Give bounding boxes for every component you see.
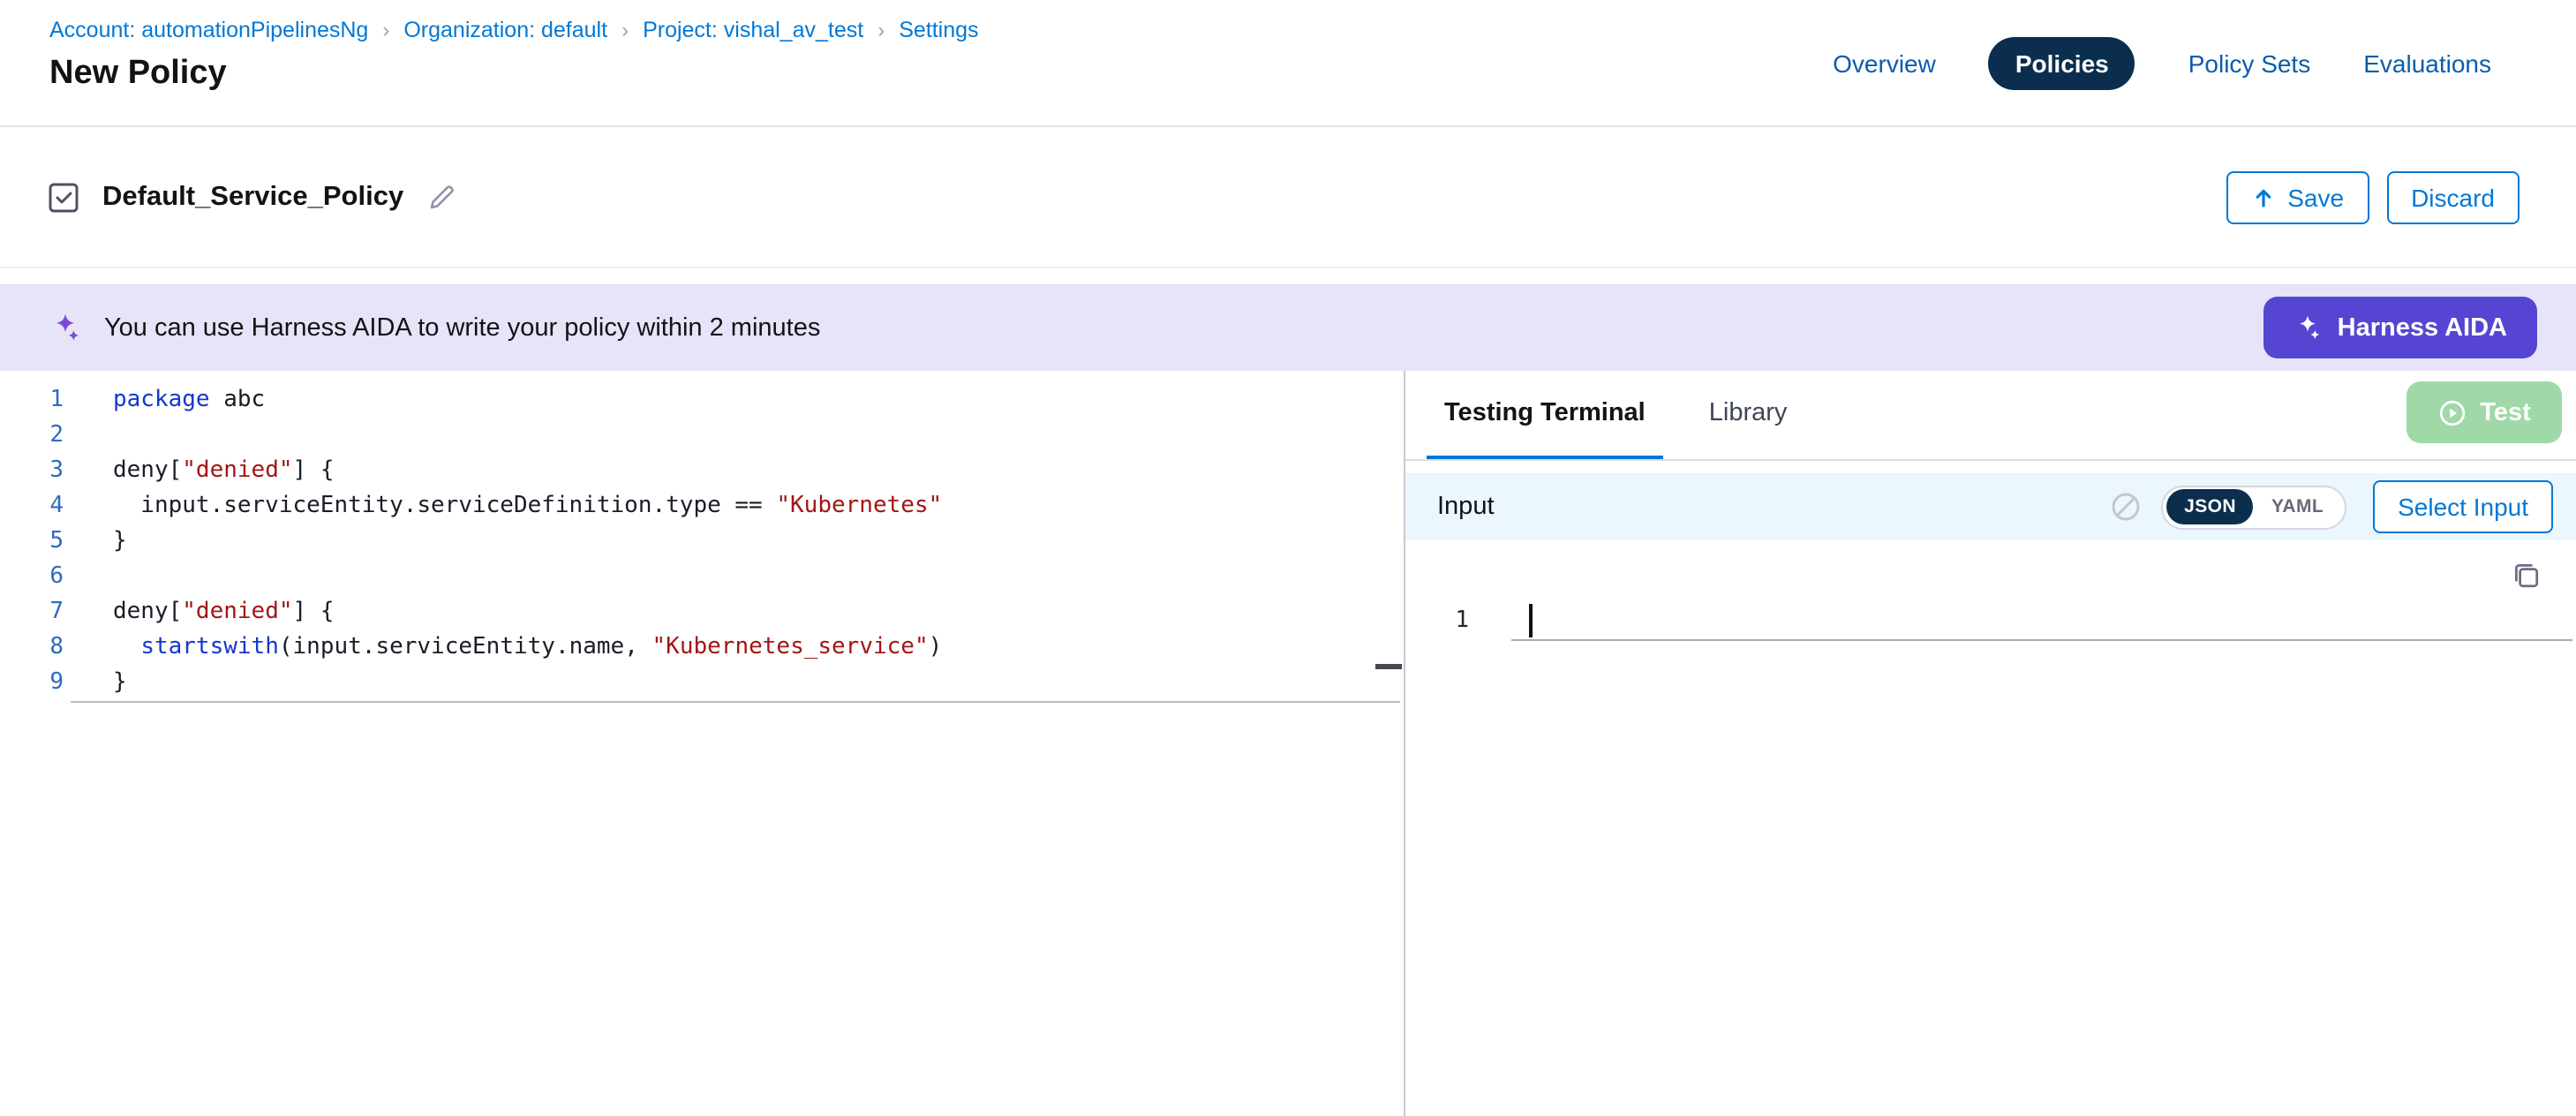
breadcrumb-separator: ›: [621, 18, 629, 42]
line-number: 4: [0, 489, 64, 524]
aida-button-icon: [2294, 313, 2322, 342]
breadcrumb-separator: ›: [877, 18, 885, 42]
nav-tab-policies[interactable]: Policies: [1989, 36, 2135, 89]
line-number: 3: [0, 454, 64, 489]
aida-sparkle-icon: [49, 312, 81, 343]
app-root: Account: automationPipelinesNg › Organizat…: [0, 0, 2576, 1116]
policy-editor[interactable]: 1package abc23deny["denied"] {4 input.se…: [0, 371, 1404, 1116]
main-content: 1package abc23deny["denied"] {4 input.se…: [0, 371, 2576, 1116]
format-toggle: JSONYAML: [2161, 485, 2346, 529]
discard-button[interactable]: Discard: [2386, 170, 2520, 223]
clear-input-icon[interactable]: [2110, 491, 2142, 523]
aida-message: You can use Harness AIDA to write your p…: [104, 313, 820, 342]
policy-check-icon: [46, 179, 81, 215]
code-text: }: [113, 524, 127, 560]
code-text: package abc: [113, 383, 265, 418]
copy-icon[interactable]: [2511, 560, 2541, 590]
aida-button-label: Harness AIDA: [2338, 313, 2507, 342]
code-line-4[interactable]: 4 input.serviceEntity.serviceDefinition.…: [0, 489, 1404, 524]
policy-code-lines: 1package abc23deny["denied"] {4 input.se…: [0, 383, 1404, 701]
terminal-tab-library[interactable]: Library: [1691, 371, 1805, 459]
nav-tab-overview[interactable]: Overview: [1833, 49, 1936, 77]
format-option-json[interactable]: JSON: [2166, 489, 2254, 524]
code-text: input.serviceEntity.serviceDefinition.ty…: [113, 489, 942, 524]
input-line-content[interactable]: [1511, 602, 2572, 641]
terminal-tabs: Testing Terminal Library: [1427, 371, 1833, 459]
code-text: startswith(input.serviceEntity.name, "Ku…: [113, 630, 942, 666]
line-number: 9: [0, 666, 64, 701]
breadcrumb-link-settings[interactable]: Settings: [899, 18, 978, 42]
breadcrumb-link-project[interactable]: Project: vishal_av_test: [643, 18, 863, 42]
line-number: 2: [0, 418, 64, 454]
breadcrumb-link-account[interactable]: Account: automationPipelinesNg: [49, 18, 368, 42]
test-button[interactable]: Test: [2407, 381, 2562, 443]
code-line-6[interactable]: 6: [0, 560, 1404, 595]
play-circle-icon: [2437, 398, 2466, 426]
test-button-label: Test: [2480, 398, 2531, 426]
terminal-tab-testing-terminal[interactable]: Testing Terminal: [1427, 371, 1663, 459]
code-text: }: [113, 666, 127, 701]
code-line-5[interactable]: 5}: [0, 524, 1404, 560]
input-line-number: 1: [1405, 602, 1469, 641]
code-line-8[interactable]: 8 startswith(input.serviceEntity.name, "…: [0, 630, 1404, 666]
code-line-2[interactable]: 2: [0, 418, 1404, 454]
harness-aida-button[interactable]: Harness AIDA: [2263, 297, 2537, 358]
code-line-9[interactable]: 9}: [0, 666, 1404, 701]
line-number: 6: [0, 560, 64, 595]
terminal-tabs-row: Testing Terminal Library Test: [1405, 371, 2576, 461]
format-option-yaml[interactable]: YAML: [2254, 489, 2341, 524]
select-input-button[interactable]: Select Input: [2373, 480, 2553, 533]
line-number: 7: [0, 595, 64, 630]
page-header: Account: automationPipelinesNg › Organizat…: [0, 0, 2576, 127]
input-editor-line[interactable]: 1: [1405, 602, 2576, 641]
save-upload-icon: [2250, 185, 2275, 209]
code-text: deny["denied"] {: [113, 454, 335, 489]
breadcrumb-link-organization[interactable]: Organization: default: [403, 18, 607, 42]
code-line-7[interactable]: 7 deny["denied"] {: [0, 595, 1404, 630]
nav-tab-evaluations[interactable]: Evaluations: [2363, 49, 2491, 77]
overview-ruler-cursor-marker: [1375, 664, 1402, 669]
header-left: Account: automationPipelinesNg › Organizat…: [49, 0, 979, 125]
breadcrumb: Account: automationPipelinesNg › Organizat…: [49, 0, 979, 42]
page-title: New Policy: [49, 55, 979, 94]
line-number: 1: [0, 383, 64, 418]
breadcrumb-separator: ›: [382, 18, 389, 42]
line-number: 8: [0, 630, 64, 666]
code-text: deny["denied"] {: [113, 595, 335, 630]
nav-tab-policy-sets[interactable]: Policy Sets: [2188, 49, 2311, 77]
aida-banner: You can use Harness AIDA to write your p…: [0, 284, 2576, 371]
text-cursor: [1529, 604, 1532, 637]
save-button[interactable]: Save: [2226, 170, 2369, 223]
input-editor[interactable]: 1: [1405, 540, 2576, 1116]
input-label: Input: [1437, 493, 1495, 521]
testing-panel: Testing Terminal Library Test Input JSONY…: [1404, 371, 2576, 1116]
nav-tabs: Overview Policies Policy Sets Evaluations: [1833, 0, 2491, 125]
save-button-label: Save: [2287, 183, 2344, 211]
line-number: 5: [0, 524, 64, 560]
select-input-label: Select Input: [2398, 493, 2528, 521]
input-section-header: Input JSONYAML Select Input: [1405, 473, 2576, 540]
edit-pencil-icon[interactable]: [426, 182, 456, 212]
code-line-3[interactable]: 3 deny["denied"] {: [0, 454, 1404, 489]
discard-button-label: Discard: [2411, 183, 2495, 211]
code-line-1[interactable]: 1 package abc: [0, 383, 1404, 418]
policy-toolbar: Default_Service_Policy Save Discard: [0, 127, 2576, 268]
policy-name: Default_Service_Policy: [102, 181, 403, 213]
